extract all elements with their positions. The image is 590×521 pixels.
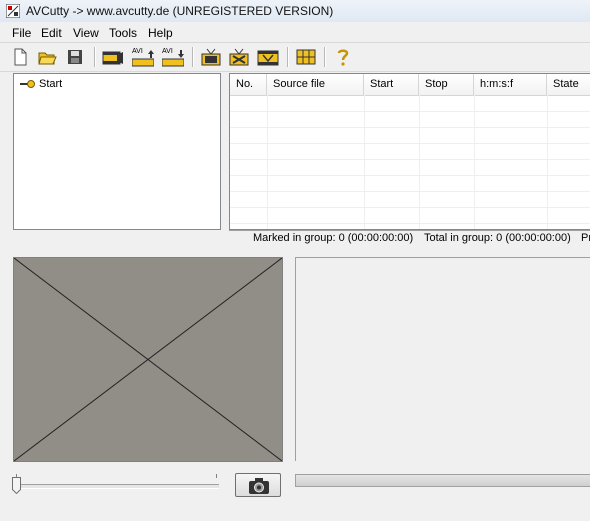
film-frame-icon xyxy=(257,50,279,66)
col-header-no[interactable]: No. xyxy=(230,74,267,95)
menu-file[interactable]: File xyxy=(12,26,31,40)
grid-line xyxy=(230,143,590,144)
grid-line xyxy=(230,127,590,128)
menu-edit[interactable]: Edit xyxy=(41,26,62,40)
avi-export-button[interactable]: AVI xyxy=(132,46,154,68)
tv-cut-button[interactable] xyxy=(228,46,250,68)
list-header: No. Source file Start Stop h:m:s:f State xyxy=(230,74,590,96)
menu-help[interactable]: Help xyxy=(148,26,173,40)
avi-down-icon: AVI xyxy=(162,48,184,67)
cut-list[interactable]: No. Source file Start Stop h:m:s:f State xyxy=(229,73,590,230)
col-header-source[interactable]: Source file xyxy=(267,74,364,95)
grid-line xyxy=(230,111,590,112)
toolbar: AVI AVI xyxy=(0,43,590,72)
help-icon xyxy=(337,49,349,66)
position-slider[interactable] xyxy=(16,484,219,489)
new-file-icon xyxy=(14,48,27,66)
camera-icon xyxy=(249,478,269,494)
menu-view[interactable]: View xyxy=(73,26,99,40)
import-film-button[interactable] xyxy=(102,46,124,68)
menu-tools[interactable]: Tools xyxy=(109,26,137,40)
grid-line xyxy=(364,95,365,229)
progress-bar xyxy=(295,474,590,487)
new-button[interactable] xyxy=(9,46,31,68)
svg-text:AVI: AVI xyxy=(132,48,143,55)
marked-in-group: Marked in group: 0 (00:00:00:00) xyxy=(253,232,414,244)
grid-line xyxy=(419,95,420,229)
group-tree[interactable]: Start xyxy=(13,73,221,230)
grid-line xyxy=(267,95,268,229)
tv-icon xyxy=(201,48,221,66)
info-panel xyxy=(295,257,590,461)
toolbar-separator xyxy=(94,47,96,67)
toolbar-separator xyxy=(192,47,194,67)
help-button[interactable] xyxy=(332,46,354,68)
grid-line xyxy=(230,191,590,192)
grid-line xyxy=(230,175,590,176)
grid-line xyxy=(230,159,590,160)
app-icon xyxy=(6,4,20,18)
svg-text:AVI: AVI xyxy=(162,48,173,55)
avi-import-button[interactable]: AVI xyxy=(162,46,184,68)
title-bar: AVCutty -> www.avcutty.de (UNREGISTERED … xyxy=(0,0,590,22)
toolbar-separator xyxy=(324,47,326,67)
tree-node-label: Start xyxy=(39,78,63,90)
avi-up-icon: AVI xyxy=(132,48,154,67)
toolbar-separator xyxy=(287,47,289,67)
open-folder-icon xyxy=(38,52,57,65)
col-header-state[interactable]: State xyxy=(547,74,590,95)
grid-line xyxy=(230,207,590,208)
open-button[interactable] xyxy=(36,46,58,68)
status-truncated: Pr xyxy=(581,232,590,244)
grid-line xyxy=(230,223,590,224)
save-button[interactable] xyxy=(64,46,86,68)
video-preview xyxy=(13,257,283,462)
save-disk-icon xyxy=(68,50,82,64)
grid-icon xyxy=(296,49,316,65)
layout-grid-button[interactable] xyxy=(295,46,317,68)
slider-thumb[interactable] xyxy=(12,477,21,494)
film-import-icon xyxy=(102,51,123,65)
menu-bar: File Edit View Tools Help xyxy=(0,24,590,43)
snapshot-button[interactable] xyxy=(235,473,281,497)
grid-line xyxy=(474,95,475,229)
grid-line xyxy=(547,95,548,229)
film-frame-button[interactable] xyxy=(257,46,279,68)
col-header-start[interactable]: Start xyxy=(364,74,419,95)
window-title: AVCutty -> www.avcutty.de (UNREGISTERED … xyxy=(26,4,334,18)
slider-tick xyxy=(216,474,217,478)
tv-cut-icon xyxy=(229,48,249,66)
total-in-group: Total in group: 0 (00:00:00:00) xyxy=(424,232,571,244)
tree-node-start[interactable]: Start xyxy=(20,78,62,90)
start-marker-icon xyxy=(20,80,35,88)
group-status-bar: Marked in group: 0 (00:00:00:00) Total i… xyxy=(229,230,590,246)
col-header-stop[interactable]: Stop xyxy=(419,74,474,95)
col-header-hmsf[interactable]: h:m:s:f xyxy=(474,74,547,95)
empty-frame-cross xyxy=(13,257,283,462)
tv-button[interactable] xyxy=(200,46,222,68)
